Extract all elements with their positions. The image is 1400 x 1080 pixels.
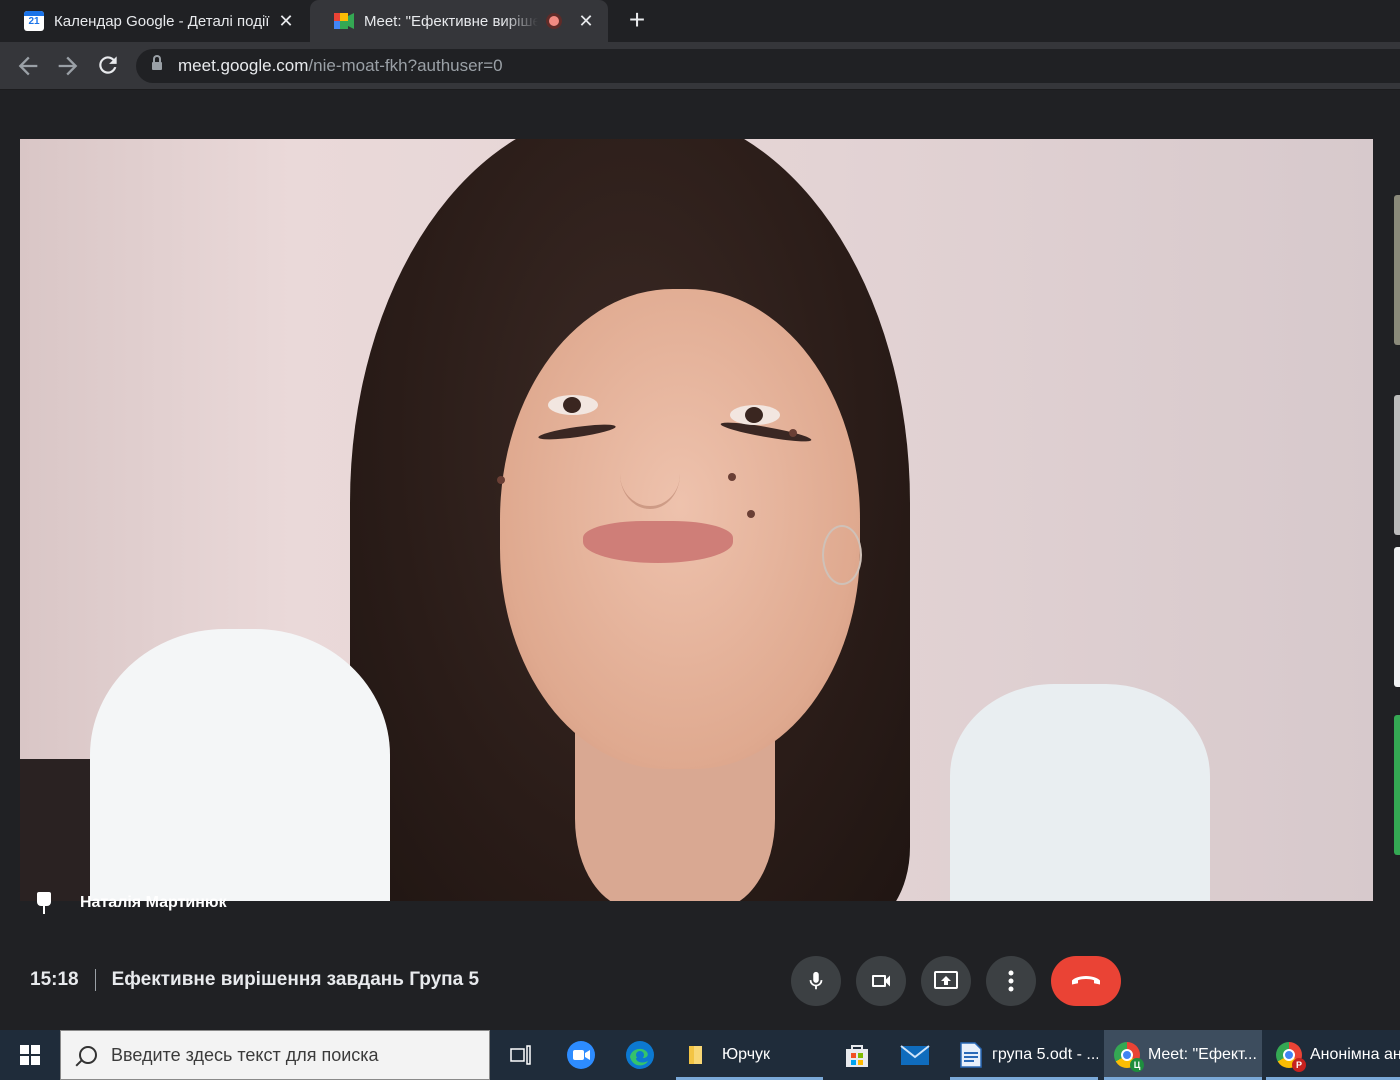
video-mole bbox=[728, 473, 736, 481]
zoom-app-button[interactable] bbox=[560, 1030, 602, 1080]
browser-tab-strip: 21 Календар Google - Деталі події ✕ Meet… bbox=[0, 0, 1400, 42]
task-view-icon bbox=[510, 1045, 531, 1065]
close-icon[interactable]: ✕ bbox=[276, 11, 296, 31]
taskbar-item-folder[interactable]: Юрчук bbox=[676, 1030, 823, 1080]
edge-app-button[interactable] bbox=[619, 1030, 661, 1080]
tab-meet[interactable]: Meet: "Ефективне вирішення завдань Група… bbox=[310, 0, 608, 42]
video-mole bbox=[789, 429, 797, 437]
forward-arrow-icon[interactable] bbox=[54, 52, 82, 80]
calendar-day-number: 21 bbox=[28, 16, 40, 27]
tab-calendar[interactable]: 21 Календар Google - Деталі події ✕ bbox=[0, 0, 308, 42]
taskbar-search-input[interactable]: Введите здесь текст для поиска bbox=[60, 1030, 490, 1080]
url-path: /nie-moat-fkh?authuser=0 bbox=[308, 56, 503, 75]
mail-icon bbox=[900, 1045, 930, 1065]
google-calendar-icon: 21 bbox=[24, 11, 44, 31]
profile-badge: Р bbox=[1292, 1058, 1306, 1072]
close-icon[interactable]: ✕ bbox=[576, 11, 596, 31]
video-shirt-right bbox=[950, 684, 1210, 901]
url-host: meet.google.com bbox=[178, 56, 309, 75]
profile-badge: Ц bbox=[1130, 1058, 1144, 1072]
meeting-details: 15:18 Ефективне вирішення завдань Група … bbox=[30, 968, 479, 992]
taskbar-item-label: Юрчук bbox=[722, 1046, 771, 1063]
google-meet-icon bbox=[334, 13, 354, 29]
taskbar-item-meet[interactable]: Ц Meet: "Ефект... bbox=[1104, 1030, 1262, 1080]
video-eye-right bbox=[730, 405, 780, 425]
hang-up-button[interactable] bbox=[1051, 956, 1121, 1006]
task-view-button[interactable] bbox=[500, 1030, 542, 1080]
participant-name-tag: Наталія Мартинюк bbox=[34, 892, 227, 914]
search-placeholder: Введите здесь текст для поиска bbox=[111, 1044, 379, 1065]
back-arrow-icon[interactable] bbox=[14, 52, 42, 80]
participant-name: Наталія Мартинюк bbox=[80, 894, 227, 911]
tab-title: Meet: "Ефективне вирішення завдань Група… bbox=[364, 12, 538, 30]
browser-toolbar: meet.google.com/nie-moat-fkh?authuser=0 bbox=[0, 42, 1400, 90]
present-screen-icon bbox=[934, 971, 958, 989]
taskbar-item-document[interactable]: група 5.odt - ... bbox=[950, 1030, 1098, 1080]
writer-document-icon bbox=[960, 1042, 982, 1068]
video-eye-left bbox=[548, 395, 598, 415]
camera-icon bbox=[872, 975, 890, 987]
divider bbox=[94, 969, 96, 991]
edge-icon bbox=[626, 1041, 654, 1069]
chrome-icon: Р bbox=[1276, 1042, 1306, 1072]
taskbar-item-label: Анонімна ан... bbox=[1310, 1046, 1400, 1063]
camera-button[interactable] bbox=[856, 956, 906, 1006]
video-lips-shape bbox=[583, 521, 733, 563]
store-icon bbox=[846, 1045, 868, 1067]
meet-stage: Наталія Мартинюк 15:18 Ефективне вирішен… bbox=[0, 90, 1400, 1030]
microphone-icon bbox=[809, 971, 823, 990]
more-options-icon bbox=[1008, 970, 1014, 992]
video-shirt-left bbox=[90, 629, 390, 901]
hang-up-icon bbox=[1072, 976, 1100, 985]
pin-icon[interactable] bbox=[34, 892, 54, 914]
video-mole bbox=[747, 510, 755, 518]
taskbar-item-incognito[interactable]: Р Анонімна ан... bbox=[1266, 1030, 1400, 1080]
zoom-icon bbox=[567, 1041, 595, 1069]
address-bar[interactable]: meet.google.com/nie-moat-fkh?authuser=0 bbox=[136, 49, 1400, 83]
new-tab-button[interactable]: + bbox=[622, 6, 652, 36]
start-button[interactable] bbox=[0, 1030, 60, 1080]
video-earring bbox=[822, 525, 862, 585]
video-mole bbox=[497, 476, 505, 484]
windows-taskbar: Введите здесь текст для поиска Юрчук гру… bbox=[0, 1030, 1400, 1080]
present-screen-button[interactable] bbox=[921, 956, 971, 1006]
windows-logo-icon bbox=[20, 1045, 40, 1065]
search-icon bbox=[79, 1046, 97, 1064]
folder-icon bbox=[689, 1046, 702, 1064]
meeting-title[interactable]: Ефективне вирішення завдань Група 5 bbox=[112, 969, 479, 991]
recording-indicator-icon bbox=[546, 13, 562, 29]
taskbar-item-label: Meet: "Ефект... bbox=[1148, 1046, 1257, 1063]
lock-icon[interactable] bbox=[152, 55, 162, 72]
mail-app-button[interactable] bbox=[894, 1030, 936, 1080]
meeting-time: 15:18 bbox=[30, 969, 79, 990]
chrome-icon: Ц bbox=[1114, 1042, 1144, 1072]
microphone-button[interactable] bbox=[791, 956, 841, 1006]
store-app-button[interactable] bbox=[836, 1030, 878, 1080]
participant-video[interactable] bbox=[20, 139, 1373, 901]
tab-title: Календар Google - Деталі події bbox=[54, 12, 270, 30]
reload-icon[interactable] bbox=[94, 52, 122, 80]
video-nose-shape bbox=[620, 439, 680, 509]
side-panel-edge bbox=[1392, 195, 1400, 855]
taskbar-item-label: група 5.odt - ... bbox=[992, 1046, 1098, 1063]
more-options-button[interactable] bbox=[986, 956, 1036, 1006]
